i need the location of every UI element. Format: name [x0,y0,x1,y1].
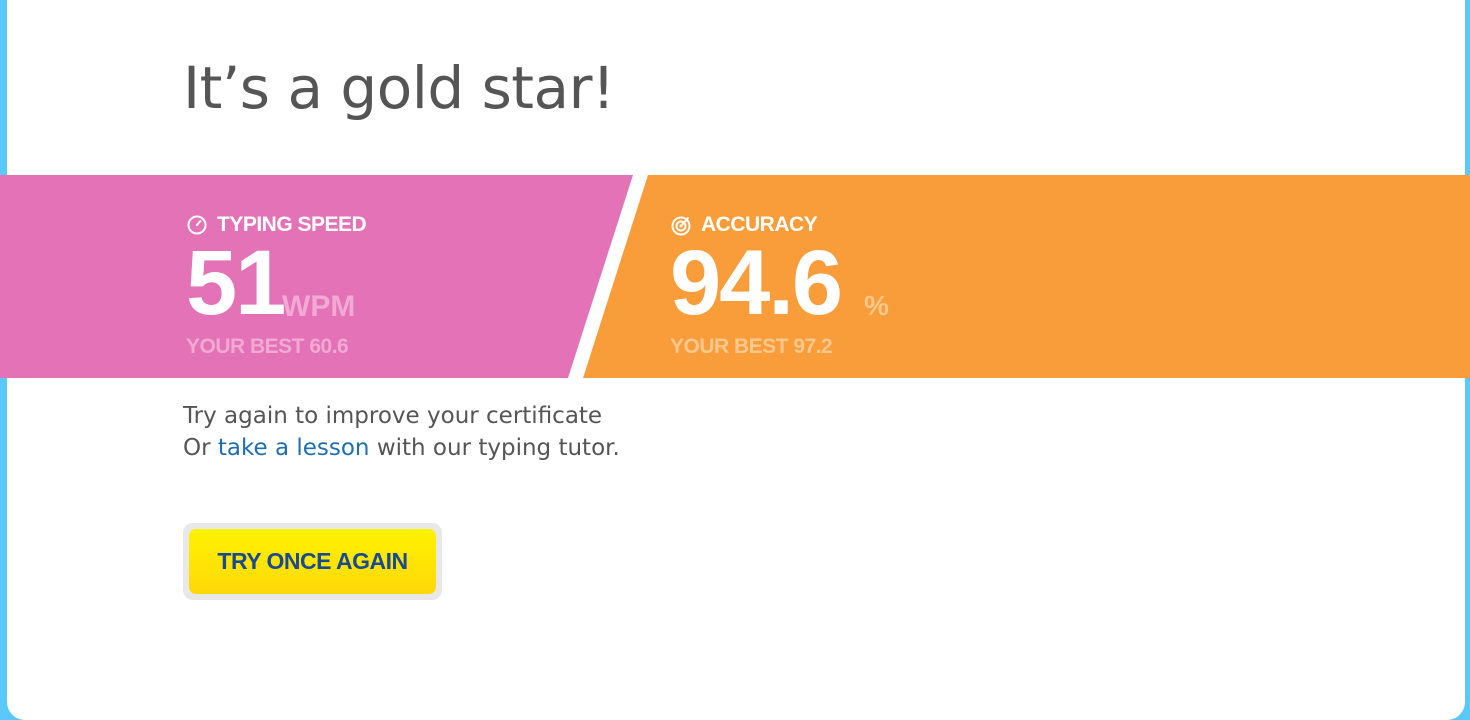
try-once-again-button[interactable]: TRY ONCE AGAIN [189,529,436,594]
stats-band: TYPING SPEED 51 WPM YOUR BEST 60.6 ACCUR… [0,175,1470,378]
speed-value: 51 [186,232,286,334]
message-line-2: Or take a lesson with our typing tutor. [183,432,620,464]
speed-best: YOUR BEST 60.6 [186,335,349,358]
message-prefix: Or [183,435,218,461]
accuracy-best: YOUR BEST 97.2 [670,335,833,358]
message-line-1: Try again to improve your certificate [183,403,603,429]
message-suffix: with our typing tutor. [369,435,620,461]
accuracy-value: 94.6 [670,232,843,334]
take-lesson-link[interactable]: take a lesson [218,435,370,461]
page-title: It’s a gold star! [183,54,615,122]
improvement-message: Try again to improve your certificate Or… [183,400,620,464]
accuracy-unit: % [864,290,889,321]
try-again-button-frame: TRY ONCE AGAIN [183,523,442,600]
speed-unit: WPM [282,290,356,323]
